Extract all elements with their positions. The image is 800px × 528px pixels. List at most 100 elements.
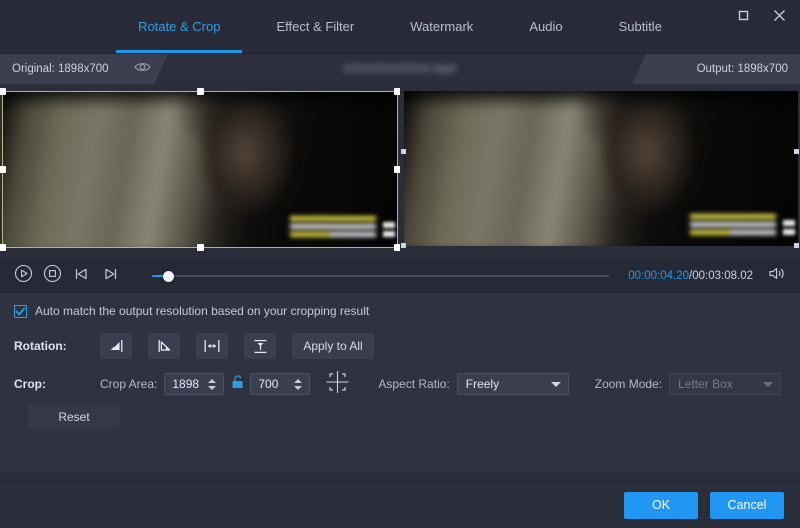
checkmark-icon xyxy=(15,306,26,317)
video-watermark-blocks xyxy=(783,220,795,238)
aspect-ratio-select[interactable]: Freely xyxy=(457,373,569,395)
tab-rotate-crop[interactable]: Rotate & Crop xyxy=(110,0,248,53)
timecode-display: 00:00:04.20/00:03:08.02 xyxy=(628,270,753,282)
flip-vertical-icon xyxy=(252,338,269,355)
video-watermark-blocks xyxy=(383,222,395,240)
aspect-lock-button[interactable] xyxy=(227,373,247,395)
crop-position-button[interactable] xyxy=(322,371,352,397)
rotate-right-icon xyxy=(156,338,173,354)
close-icon xyxy=(772,8,787,23)
tab-audio[interactable]: Audio xyxy=(501,0,590,53)
tab-label: Audio xyxy=(529,19,562,34)
previous-frame-button[interactable] xyxy=(70,265,92,287)
tab-label: Subtitle xyxy=(619,19,662,34)
crop-width-value: 1898 xyxy=(172,377,199,391)
dialog-footer: OK Cancel xyxy=(0,481,800,528)
preview-toggle-button[interactable] xyxy=(132,59,152,79)
reset-button[interactable]: Reset xyxy=(28,405,120,429)
preview-header-strip: Original: 1898x700 XXXXXXXXXXX.mp4 Outpu… xyxy=(0,54,800,84)
stepper-up-icon[interactable] xyxy=(208,379,216,383)
original-video-frame xyxy=(2,91,398,248)
chevron-down-icon xyxy=(551,382,561,387)
aspect-ratio-label: Aspect Ratio: xyxy=(378,377,449,391)
auto-match-row: Auto match the output resolution based o… xyxy=(14,304,786,318)
output-handle-middle-right xyxy=(794,149,799,154)
output-video-frame xyxy=(404,91,798,246)
output-preview-pane[interactable] xyxy=(400,84,800,259)
rotation-row: Rotation: xyxy=(14,333,786,359)
crop-position-icon xyxy=(325,370,350,399)
file-name-area: XXXXXXXXXXX.mp4 xyxy=(168,54,632,84)
seek-knob[interactable] xyxy=(163,271,174,282)
settings-panel: Auto match the output resolution based o… xyxy=(0,293,800,473)
output-resolution-label: Output: 1898x700 xyxy=(697,63,788,75)
tab-label: Rotate & Crop xyxy=(138,19,220,34)
video-watermark xyxy=(290,216,376,240)
zoom-mode-value: Letter Box xyxy=(678,377,733,391)
stepper-down-icon[interactable] xyxy=(294,386,302,390)
reset-row: Reset xyxy=(14,405,786,429)
stepper-up-icon[interactable] xyxy=(294,379,302,383)
crop-label: Crop: xyxy=(14,377,100,391)
eye-icon xyxy=(134,60,151,78)
flip-horizontal-button[interactable] xyxy=(196,333,228,359)
window-controls xyxy=(728,0,794,30)
tab-label: Effect & Filter xyxy=(276,19,354,34)
stop-button[interactable] xyxy=(41,265,63,287)
rotation-label: Rotation: xyxy=(14,339,100,353)
current-time-label: 00:00:04.20 xyxy=(628,270,689,282)
next-frame-button[interactable] xyxy=(99,265,121,287)
rotate-left-button[interactable] xyxy=(100,333,132,359)
seek-track xyxy=(152,275,609,277)
seek-slider[interactable] xyxy=(152,265,609,287)
crop-width-input[interactable]: 1898 xyxy=(164,373,224,395)
volume-icon xyxy=(768,266,786,286)
preview-area xyxy=(0,84,800,259)
rotate-right-button[interactable] xyxy=(148,333,180,359)
title-bar: Rotate & Crop Effect & Filter Watermark … xyxy=(0,0,800,54)
crop-height-value: 700 xyxy=(258,377,278,391)
close-button[interactable] xyxy=(764,2,794,28)
unlock-icon xyxy=(231,375,244,394)
output-handle-bottom-left xyxy=(401,243,406,248)
flip-horizontal-icon xyxy=(203,338,221,354)
auto-match-checkbox[interactable] xyxy=(14,305,27,318)
apply-to-all-button[interactable]: Apply to All xyxy=(292,333,374,359)
tab-effect-filter[interactable]: Effect & Filter xyxy=(248,0,382,53)
volume-button[interactable] xyxy=(766,265,788,287)
play-button[interactable] xyxy=(12,265,34,287)
cancel-button[interactable]: Cancel xyxy=(710,492,784,519)
next-frame-icon xyxy=(102,266,119,287)
stop-icon xyxy=(43,264,62,288)
crop-height-input[interactable]: 700 xyxy=(250,373,310,395)
crop-area-label: Crop Area: xyxy=(100,377,157,391)
aspect-ratio-value: Freely xyxy=(466,377,499,391)
output-resolution-tab: Output: 1898x700 xyxy=(632,54,800,84)
previous-frame-icon xyxy=(73,266,90,287)
rotate-left-icon xyxy=(108,338,125,354)
crop-row: Crop: Crop Area: 1898 700 xyxy=(14,371,786,397)
zoom-mode-label: Zoom Mode: xyxy=(595,377,662,391)
total-time-label: /00:03:08.02 xyxy=(689,270,753,282)
video-watermark xyxy=(690,214,776,238)
original-preview-pane[interactable] xyxy=(0,84,400,259)
player-controls-bar: 00:00:04.20/00:03:08.02 xyxy=(0,259,800,293)
ok-button[interactable]: OK xyxy=(624,492,698,519)
rotate-crop-dialog: Rotate & Crop Effect & Filter Watermark … xyxy=(0,0,800,528)
stepper-down-icon[interactable] xyxy=(208,386,216,390)
tab-bar: Rotate & Crop Effect & Filter Watermark … xyxy=(0,0,800,53)
flip-vertical-button[interactable] xyxy=(244,333,276,359)
tab-subtitle[interactable]: Subtitle xyxy=(591,0,690,53)
maximize-button[interactable] xyxy=(728,2,758,28)
tab-label: Watermark xyxy=(410,19,473,34)
original-resolution-label: Original: 1898x700 xyxy=(12,63,109,75)
auto-match-label[interactable]: Auto match the output resolution based o… xyxy=(35,304,369,318)
crop-height-stepper[interactable] xyxy=(294,376,305,392)
file-name-label: XXXXXXXXXXX.mp4 xyxy=(344,63,457,75)
crop-width-stepper[interactable] xyxy=(208,376,219,392)
tab-watermark[interactable]: Watermark xyxy=(382,0,501,53)
maximize-icon xyxy=(737,9,750,22)
zoom-mode-select[interactable]: Letter Box xyxy=(669,373,781,395)
output-handle-bottom-right xyxy=(794,243,799,248)
chevron-down-icon xyxy=(763,382,773,387)
